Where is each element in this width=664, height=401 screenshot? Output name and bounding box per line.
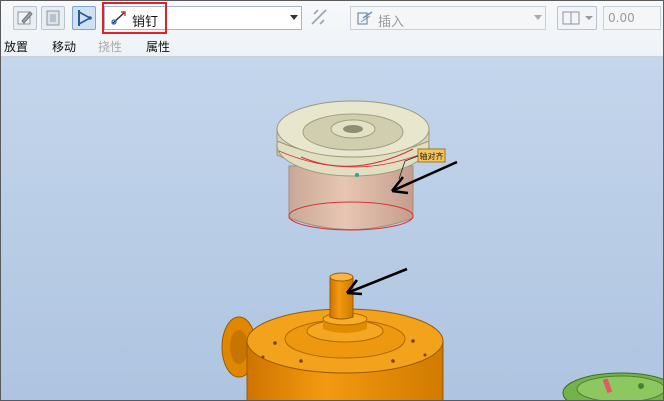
orientation-dropdown[interactable] — [557, 6, 597, 30]
highlight-box — [102, 2, 167, 34]
offset-value-input[interactable]: 0.00 — [603, 6, 661, 30]
lower-component[interactable] — [221, 272, 444, 400]
insert-icon — [356, 10, 374, 30]
chevron-down-icon[interactable] — [534, 15, 542, 20]
axis-align-label: 轴对齐 — [420, 151, 444, 161]
offset-value-text: 0.00 — [608, 11, 635, 25]
offset-type-value: 插入 — [378, 15, 405, 30]
offset-type-dropdown[interactable]: 插入 — [350, 6, 546, 30]
tab-flexibility[interactable]: 挠性 — [98, 38, 122, 55]
flip-icon[interactable] — [308, 6, 332, 30]
chevron-down-icon[interactable] — [290, 15, 298, 20]
tab-placement[interactable]: 放置 — [4, 38, 28, 55]
connection-mode-icon[interactable] — [72, 6, 96, 30]
edit-icon[interactable] — [13, 6, 37, 30]
side-component[interactable] — [562, 372, 663, 400]
tab-properties[interactable]: 属性 — [146, 38, 170, 55]
app-window: 销钉 插入 0.00 放置 移动 挠性 属性 轴对齐 — [0, 0, 664, 401]
pointer-arrow-icon — [345, 267, 408, 296]
tab-move[interactable]: 移动 — [52, 38, 76, 55]
model-viewport[interactable]: 轴对齐 — [1, 57, 663, 400]
assembly-dashboard: 销钉 插入 0.00 放置 移动 挠性 属性 — [1, 1, 663, 57]
upper-component[interactable] — [276, 100, 430, 231]
component-icon[interactable] — [41, 6, 65, 30]
